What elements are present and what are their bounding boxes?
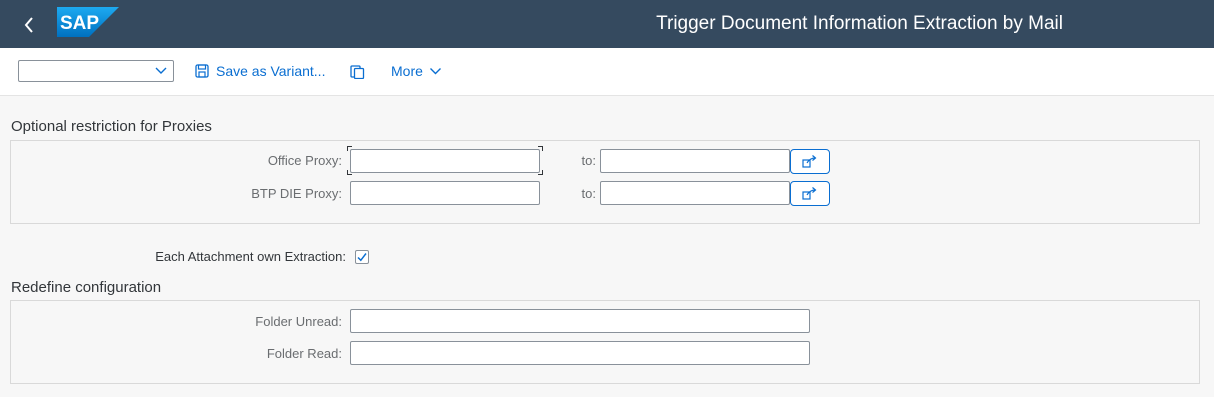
focus-indicator (347, 146, 352, 151)
page-title: Trigger Document Information Extraction … (656, 13, 1063, 34)
folder-read-input[interactable] (350, 341, 810, 365)
office-proxy-label: Office Proxy: (267, 153, 342, 168)
chevron-down-icon (429, 68, 441, 75)
more-button[interactable]: More (391, 60, 442, 82)
office-proxy-to-label: to: (581, 153, 596, 168)
folder-unread-input[interactable] (350, 309, 810, 333)
config-section-title: Redefine configuration (11, 279, 162, 296)
office-proxy-multiple-selection-button[interactable] (790, 149, 830, 174)
back-chevron-icon (24, 17, 33, 33)
btp-proxy-multiple-selection-button[interactable] (790, 181, 830, 206)
checkmark-icon (357, 253, 367, 262)
copy-icon (350, 64, 365, 79)
btp-proxy-from-input[interactable] (350, 181, 540, 205)
toolbar: Save as Variant... More (0, 48, 1214, 96)
multiple-selection-icon (802, 187, 817, 200)
office-proxy-from-input[interactable] (350, 149, 540, 173)
save-as-variant-button[interactable]: Save as Variant... (195, 60, 325, 82)
back-button[interactable] (14, 10, 44, 40)
focus-indicator (538, 146, 543, 151)
shell-header: SAP Trigger Document Information Extract… (0, 0, 1214, 48)
multiple-selection-icon (802, 155, 817, 168)
more-label: More (391, 63, 423, 79)
sap-logo: SAP (57, 7, 119, 37)
office-proxy-to-input[interactable] (600, 149, 790, 173)
btp-proxy-to-label: to: (581, 186, 596, 201)
save-icon (195, 64, 209, 78)
btp-proxy-label: BTP DIE Proxy: (251, 186, 342, 201)
save-as-variant-label: Save as Variant... (216, 63, 326, 79)
svg-text:SAP: SAP (60, 13, 99, 34)
btp-proxy-to-input[interactable] (600, 181, 790, 205)
each-attachment-checkbox[interactable] (355, 250, 369, 264)
variant-select[interactable] (18, 60, 174, 82)
each-attachment-label: Each Attachment own Extraction: (155, 249, 346, 264)
focus-indicator (347, 170, 352, 175)
folder-read-label: Folder Read: (266, 346, 342, 361)
copy-button[interactable] (350, 60, 365, 82)
focus-indicator (538, 170, 543, 175)
proxies-section-title: Optional restriction for Proxies (11, 118, 212, 135)
chevron-down-icon (155, 67, 167, 74)
folder-unread-label: Folder Unread: (255, 314, 342, 329)
